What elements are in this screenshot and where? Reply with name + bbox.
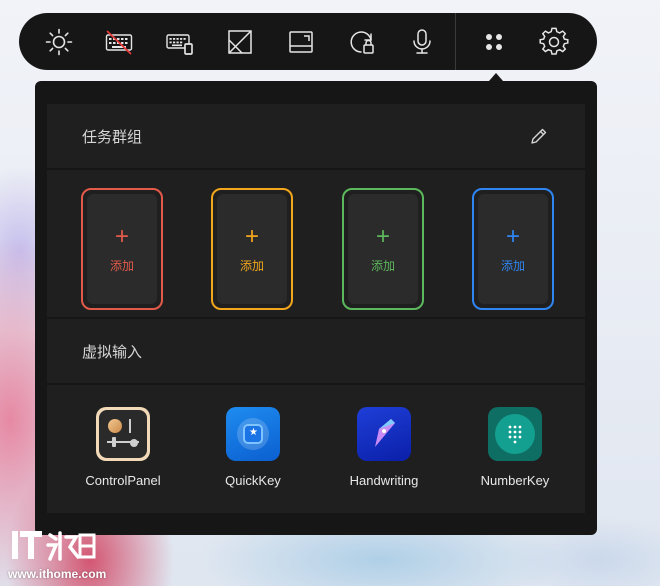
add-label: 添加	[500, 258, 525, 273]
settings-button[interactable]	[536, 24, 572, 60]
app-name: Handwriting	[349, 473, 419, 488]
gear-icon	[539, 27, 569, 55]
control-panel-icon	[96, 407, 150, 461]
task-groups-section: 任务群组 + 添加 + 添加 + 添加 + 添加	[47, 104, 585, 317]
virtual-input-section: 虚拟输入 ControlPanel ★ QuickKey Handwriting…	[47, 319, 585, 513]
task-group-card-inner: + 添加	[348, 194, 418, 304]
keyboard-disabled-button[interactable]	[102, 24, 138, 60]
screen-crop-icon	[228, 29, 253, 54]
screen-region-button[interactable]	[283, 24, 319, 60]
rotation-lock-icon	[350, 30, 374, 54]
watermark-url: www.ithome.com	[8, 567, 107, 581]
control-panel-popup: 任务群组 + 添加 + 添加 + 添加 + 添加 虚拟输入 ControlPan…	[35, 81, 597, 535]
add-label: 添加	[239, 258, 264, 273]
task-group-card-yellow[interactable]: + 添加	[211, 188, 293, 310]
task-group-card-inner: + 添加	[478, 194, 548, 304]
popup-caret	[489, 73, 503, 81]
app-name: QuickKey	[225, 473, 281, 488]
microphone-button[interactable]	[404, 24, 440, 60]
task-group-card-green[interactable]: + 添加	[342, 188, 424, 310]
keyboard-layout-button[interactable]	[162, 24, 198, 60]
virtual-input-header: 虚拟输入	[47, 319, 585, 383]
task-groups-header: 任务群组	[47, 104, 585, 168]
task-group-card-red[interactable]: + 添加	[81, 188, 163, 310]
pencil-icon[interactable]	[529, 126, 549, 146]
plus-icon: +	[375, 222, 390, 250]
brightness-icon	[45, 28, 73, 55]
screen-region-icon	[289, 30, 313, 53]
screen-crop-button[interactable]	[223, 24, 259, 60]
brightness-button[interactable]	[41, 24, 77, 60]
virtual-input-title: 虚拟输入	[82, 343, 143, 361]
task-group-card-blue[interactable]: + 添加	[472, 188, 554, 310]
plus-icon: +	[114, 222, 129, 250]
handwriting-icon	[357, 407, 411, 461]
plus-icon: +	[244, 222, 259, 250]
apps-grid-icon	[485, 33, 502, 50]
add-label: 添加	[109, 258, 134, 273]
apps-grid-button[interactable]	[476, 24, 512, 60]
app-name: NumberKey	[480, 473, 550, 488]
task-group-cards: + 添加 + 添加 + 添加 + 添加	[47, 170, 585, 320]
app-name: ControlPanel	[85, 473, 161, 488]
quick-toolbar	[19, 13, 597, 70]
numberkey-icon	[488, 407, 542, 461]
app-quickkey[interactable]: ★ QuickKey	[193, 407, 313, 488]
plus-icon: +	[505, 222, 520, 250]
app-controlpanel[interactable]: ControlPanel	[63, 407, 183, 488]
quickkey-icon: ★	[226, 407, 280, 461]
microphone-icon	[413, 28, 431, 54]
ithome-logo	[10, 527, 98, 563]
task-group-card-inner: + 添加	[87, 194, 157, 304]
keyboard-disabled-icon	[106, 29, 133, 55]
task-group-card-inner: + 添加	[217, 194, 287, 304]
rotation-lock-button[interactable]	[344, 24, 380, 60]
section-divider	[47, 383, 585, 385]
add-label: 添加	[370, 258, 395, 273]
task-groups-title: 任务群组	[82, 128, 143, 146]
toolbar-divider	[454, 13, 456, 70]
keyboard-layout-icon	[166, 33, 193, 55]
app-numberkey[interactable]: NumberKey	[455, 407, 575, 488]
app-handwriting[interactable]: Handwriting	[324, 407, 444, 488]
